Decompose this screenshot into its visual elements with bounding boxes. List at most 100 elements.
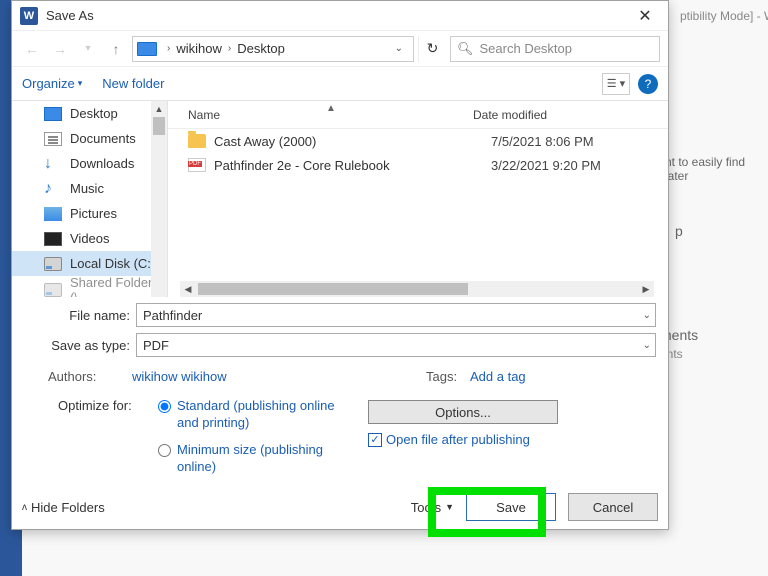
- chevron-up-icon: ʌ: [22, 502, 27, 513]
- scroll-up-icon[interactable]: ▲: [151, 101, 167, 117]
- filename-input[interactable]: Pathfinder ⌄: [136, 303, 656, 327]
- file-date: 7/5/2021 8:06 PM: [491, 134, 594, 149]
- options-button[interactable]: Options...: [368, 400, 558, 424]
- up-button[interactable]: ↑: [104, 37, 128, 61]
- save-type-label: Save as type:: [24, 338, 136, 353]
- sidebar-item-pictures[interactable]: Pictures: [12, 201, 167, 226]
- tags-input[interactable]: Add a tag: [470, 369, 526, 384]
- videos-icon: [44, 232, 62, 246]
- breadcrumb-dropdown-icon[interactable]: ⌄: [389, 43, 409, 54]
- file-row[interactable]: Pathfinder 2e - Core Rulebook 3/22/2021 …: [168, 153, 668, 177]
- sidebar-item-videos[interactable]: Videos: [12, 226, 167, 251]
- sidebar-item-label: Music: [70, 181, 104, 196]
- sidebar-item-label: Desktop: [70, 106, 118, 121]
- save-fields: File name: Pathfinder ⌄ Save as type: PD…: [12, 297, 668, 476]
- dialog-body: Desktop Documents ↓ Downloads ♪ Music Pi…: [12, 101, 668, 297]
- pictures-icon: [44, 207, 62, 221]
- breadcrumb-segment[interactable]: wikihow: [176, 41, 222, 56]
- optimize-minimum-radio[interactable]: Minimum size (publishing online): [158, 442, 347, 476]
- organize-button[interactable]: Organize▾: [22, 76, 82, 91]
- sidebar-scrollbar[interactable]: ▲: [151, 101, 167, 297]
- titlebar: W Save As ✕: [12, 1, 668, 31]
- cancel-button[interactable]: Cancel: [568, 493, 658, 521]
- sidebar-item-label: Downloads: [70, 156, 134, 171]
- scroll-right-icon[interactable]: ▶: [638, 281, 654, 297]
- file-horizontal-scrollbar[interactable]: ◀ ▶: [180, 281, 654, 297]
- search-input[interactable]: 🔍︎ Search Desktop: [450, 36, 660, 62]
- dialog-footer: ʌ Hide Folders Tools ▼ Save Cancel: [22, 493, 658, 521]
- sidebar-item-shared-folders[interactable]: Shared Folders (\: [12, 276, 167, 297]
- sidebar-item-label: Documents: [70, 131, 136, 146]
- search-icon: 🔍︎: [457, 41, 474, 57]
- network-folder-icon: [44, 283, 62, 297]
- authors-label: Authors:: [48, 369, 132, 384]
- word-window-title-fragment: ptibility Mode] - W: [680, 9, 768, 23]
- save-type-dropdown-icon[interactable]: ⌄: [643, 340, 651, 351]
- tools-dropdown[interactable]: Tools ▼: [411, 500, 454, 515]
- sidebar-item-label: Pictures: [70, 206, 117, 221]
- radio-label: Standard (publishing online and printing…: [177, 398, 347, 432]
- sidebar-item-label: Local Disk (C:): [70, 256, 155, 271]
- filename-label: File name:: [24, 308, 136, 323]
- file-list: ▲ Name Date modified Cast Away (2000) 7/…: [168, 101, 668, 297]
- radio-input[interactable]: [158, 444, 171, 457]
- pdf-file-icon: [188, 158, 206, 172]
- search-placeholder: Search Desktop: [480, 41, 573, 56]
- authors-value[interactable]: wikihow wikihow: [132, 369, 227, 384]
- folder-icon: [188, 134, 206, 148]
- radio-input[interactable]: [158, 400, 171, 413]
- view-mode-button[interactable]: ☰ ▾: [602, 73, 630, 95]
- scrollbar-thumb[interactable]: [198, 283, 468, 295]
- save-as-dialog: W Save As ✕ ← → ▾ ↑ › wikihow › Desktop …: [11, 0, 669, 530]
- new-folder-button[interactable]: New folder: [102, 76, 164, 91]
- breadcrumb-chevron-icon[interactable]: ›: [163, 43, 174, 54]
- checkbox-label: Open file after publishing: [386, 432, 530, 447]
- column-header-date[interactable]: Date modified: [473, 108, 668, 122]
- music-icon: ♪: [44, 182, 62, 196]
- sort-indicator-icon: ▲: [326, 103, 336, 114]
- file-name: Pathfinder 2e - Core Rulebook: [214, 158, 491, 173]
- bg-text-fragment: nt to easily find later: [665, 155, 768, 183]
- desktop-icon: [44, 107, 62, 121]
- file-row[interactable]: Cast Away (2000) 7/5/2021 8:06 PM: [168, 129, 668, 153]
- forward-button[interactable]: →: [48, 37, 72, 61]
- toolbar: Organize▾ New folder ☰ ▾ ?: [12, 67, 668, 101]
- checkbox-icon: ✓: [368, 433, 382, 447]
- dialog-title: Save As: [46, 8, 630, 23]
- documents-icon: [44, 132, 62, 146]
- sidebar-item-label: Videos: [70, 231, 110, 246]
- sidebar-item-local-disk[interactable]: Local Disk (C:): [12, 251, 167, 276]
- radio-label: Minimum size (publishing online): [177, 442, 347, 476]
- recent-dropdown[interactable]: ▾: [76, 37, 100, 61]
- scroll-left-icon[interactable]: ◀: [180, 281, 196, 297]
- refresh-button[interactable]: ↻: [418, 36, 446, 62]
- save-button[interactable]: Save: [466, 493, 556, 521]
- back-button[interactable]: ←: [20, 37, 44, 61]
- file-date: 3/22/2021 9:20 PM: [491, 158, 601, 173]
- tags-label: Tags:: [426, 369, 470, 384]
- filename-dropdown-icon[interactable]: ⌄: [643, 310, 651, 321]
- optimize-standard-radio[interactable]: Standard (publishing online and printing…: [158, 398, 347, 432]
- disk-icon: [44, 257, 62, 271]
- bg-text-fragment: p: [675, 223, 683, 239]
- nav-row: ← → ▾ ↑ › wikihow › Desktop ⌄ ↻ 🔍︎ Searc…: [12, 31, 668, 67]
- sidebar-item-music[interactable]: ♪ Music: [12, 176, 167, 201]
- optimize-label: Optimize for:: [58, 398, 158, 476]
- sidebar-item-downloads[interactable]: ↓ Downloads: [12, 151, 167, 176]
- save-type-select[interactable]: PDF ⌄: [136, 333, 656, 357]
- sidebar-item-documents[interactable]: Documents: [12, 126, 167, 151]
- downloads-icon: ↓: [44, 157, 62, 171]
- scrollbar-thumb[interactable]: [153, 117, 165, 135]
- close-button[interactable]: ✕: [630, 4, 660, 28]
- address-bar[interactable]: › wikihow › Desktop ⌄: [132, 36, 414, 62]
- breadcrumb-chevron-icon[interactable]: ›: [224, 43, 235, 54]
- hide-folders-button[interactable]: ʌ Hide Folders: [22, 500, 105, 515]
- sidebar-item-desktop[interactable]: Desktop: [12, 101, 167, 126]
- places-sidebar: Desktop Documents ↓ Downloads ♪ Music Pi…: [12, 101, 168, 297]
- breadcrumb-segment[interactable]: Desktop: [237, 41, 285, 56]
- file-name: Cast Away (2000): [214, 134, 491, 149]
- help-button[interactable]: ?: [638, 74, 658, 94]
- open-after-publish-checkbox[interactable]: ✓ Open file after publishing: [368, 432, 558, 447]
- word-app-icon: W: [20, 7, 38, 25]
- location-root-icon: [137, 42, 157, 56]
